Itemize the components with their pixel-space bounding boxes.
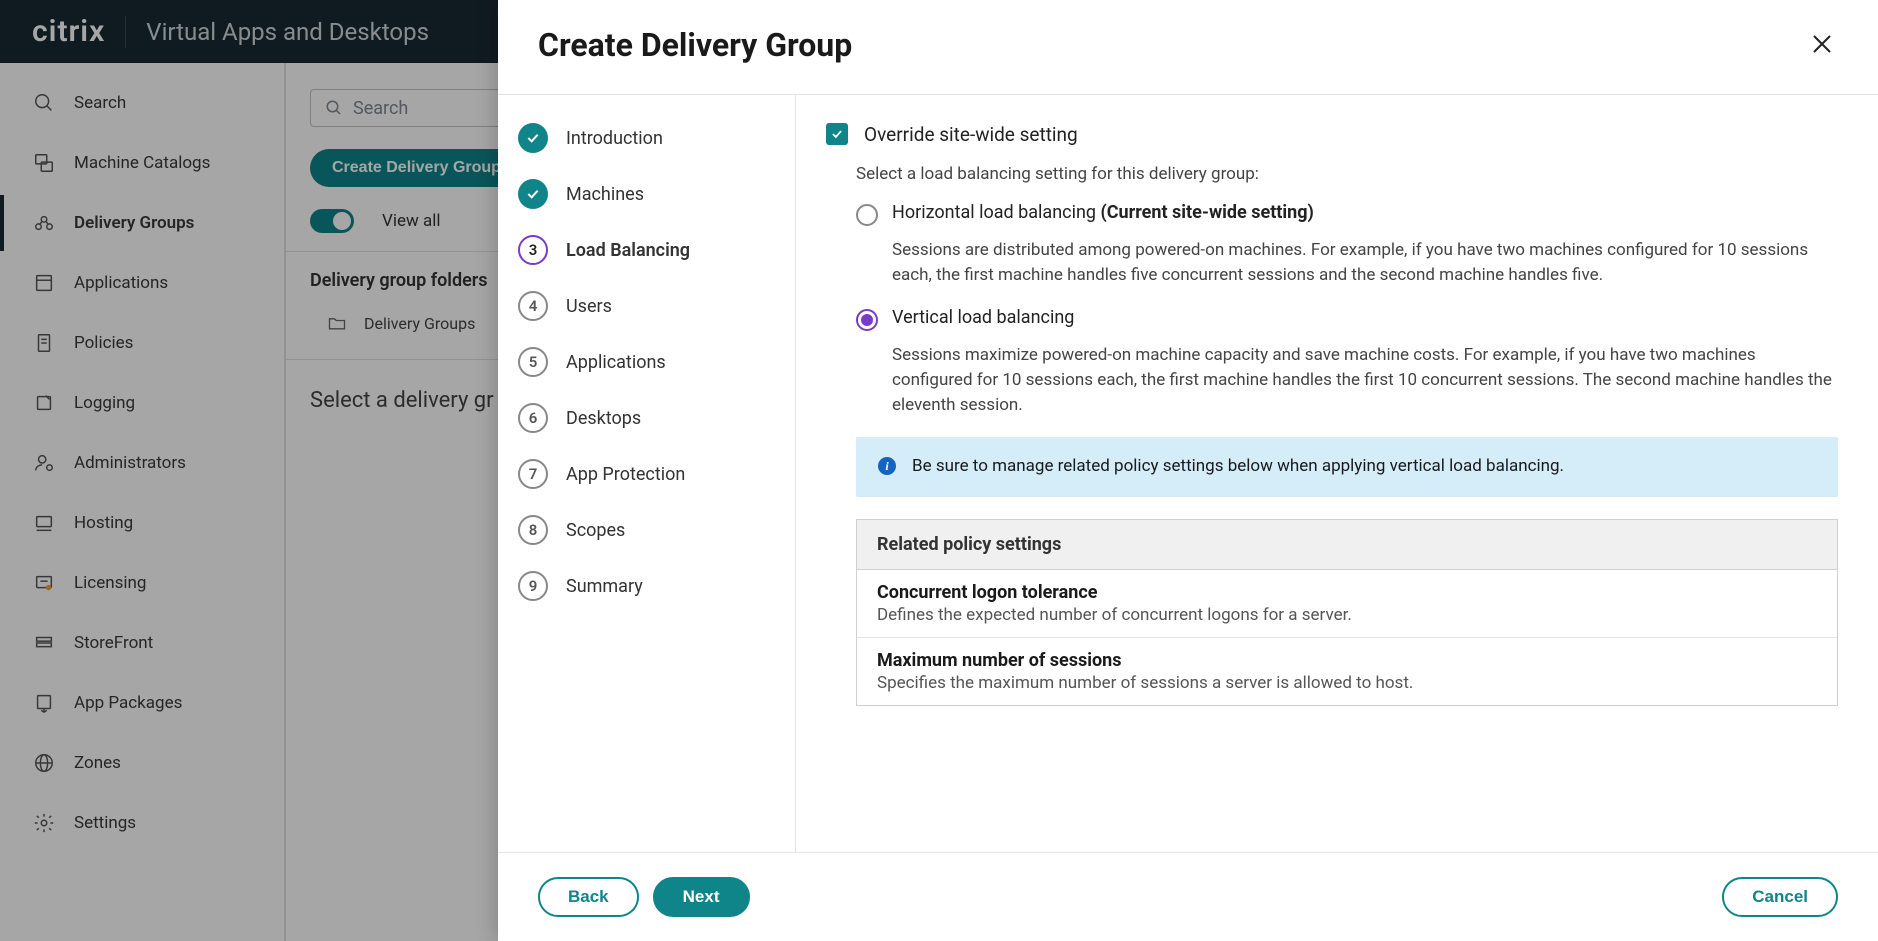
next-button[interactable]: Next [653,877,750,917]
policy-desc: Specifies the maximum number of sessions… [877,673,1817,693]
close-icon [1810,32,1834,56]
horizontal-desc: Sessions are distributed among powered-o… [892,238,1838,287]
info-box: i Be sure to manage related policy setti… [856,437,1838,497]
cancel-button[interactable]: Cancel [1722,877,1838,917]
step-applications[interactable]: 5 Applications [518,347,775,377]
step-number: 3 [518,235,548,265]
policy-title: Maximum number of sessions [877,650,1817,671]
step-label: Applications [566,352,666,373]
step-number: 9 [518,571,548,601]
step-desktops[interactable]: 6 Desktops [518,403,775,433]
info-text: Be sure to manage related policy setting… [912,455,1564,479]
step-number: 7 [518,459,548,489]
step-label: Users [566,296,612,317]
check-icon [830,127,844,141]
override-checkbox[interactable] [826,123,848,145]
radio-label-text: Horizontal load balancing [892,202,1096,223]
step-label: Scopes [566,520,625,541]
step-number: 4 [518,291,548,321]
create-delivery-group-modal: Create Delivery Group Introduction Machi… [498,0,1878,941]
step-number: 8 [518,515,548,545]
policy-desc: Defines the expected number of concurren… [877,605,1817,625]
wizard-steps: Introduction Machines 3 Load Balancing 4… [498,95,796,852]
step-load-balancing[interactable]: 3 Load Balancing [518,235,775,265]
radio-button[interactable] [856,309,878,331]
modal-footer: Back Next Cancel [498,852,1878,941]
check-icon [525,186,541,202]
policy-settings-table: Related policy settings Concurrent logon… [856,519,1838,706]
step-label: Desktops [566,408,641,429]
policy-row: Maximum number of sessions Specifies the… [857,638,1837,705]
close-button[interactable] [1806,28,1838,63]
step-number: 6 [518,403,548,433]
modal-title: Create Delivery Group [538,26,852,64]
step-app-protection[interactable]: 7 App Protection [518,459,775,489]
radio-label-text: Vertical load balancing [892,307,1074,328]
policy-heading: Related policy settings [857,520,1837,570]
policy-title: Concurrent logon tolerance [877,582,1817,603]
policy-row: Concurrent logon tolerance Defines the e… [857,570,1837,638]
step-label: Machines [566,184,644,205]
radio-button[interactable] [856,204,878,226]
vertical-desc: Sessions maximize powered-on machine cap… [892,343,1838,417]
step-label: Load Balancing [566,240,690,261]
modal-content: Override site-wide setting Select a load… [796,95,1878,713]
step-introduction[interactable]: Introduction [518,123,775,153]
radio-vertical[interactable]: Vertical load balancing [856,307,1838,331]
override-label: Override site-wide setting [864,123,1078,146]
check-icon [525,130,541,146]
info-icon: i [878,457,896,475]
step-scopes[interactable]: 8 Scopes [518,515,775,545]
current-setting-tag: (Current site-wide setting) [1100,202,1313,223]
back-button[interactable]: Back [538,877,639,917]
step-machines[interactable]: Machines [518,179,775,209]
step-label: Summary [566,576,643,597]
step-label: Introduction [566,128,663,149]
step-number: 5 [518,347,548,377]
instruction-text: Select a load balancing setting for this… [856,164,1838,184]
step-label: App Protection [566,464,685,485]
radio-horizontal[interactable]: Horizontal load balancing (Current site-… [856,202,1838,226]
step-users[interactable]: 4 Users [518,291,775,321]
step-summary[interactable]: 9 Summary [518,571,775,601]
